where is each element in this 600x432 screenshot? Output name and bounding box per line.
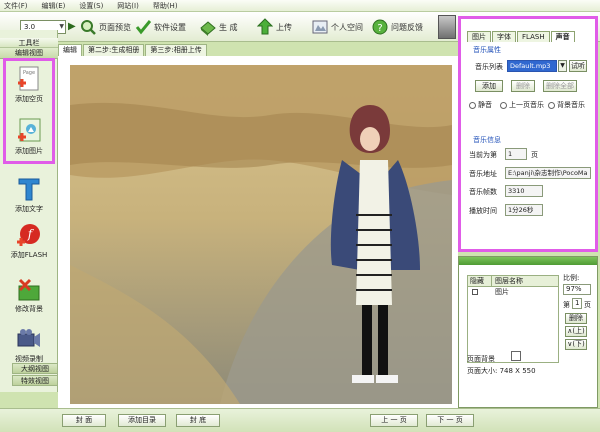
software-settings-label: 软件设置 bbox=[154, 22, 186, 32]
bottom-navigation-bar: 封 面 添加目录 封 底 上 一 页 下 一 页 bbox=[0, 408, 600, 432]
page-suffix-label: 页 bbox=[584, 301, 591, 309]
menu-file[interactable]: 文件(F) bbox=[4, 1, 28, 11]
ratio-label: 比例: bbox=[563, 274, 580, 282]
page-size-label: 页面大小: 748 X 550 bbox=[467, 367, 536, 375]
personal-space-label: 个人空间 bbox=[331, 22, 363, 32]
page-preview-label: 页面预览 bbox=[99, 22, 131, 32]
upload-label: 上传 bbox=[276, 22, 292, 32]
background-edit-icon bbox=[18, 278, 40, 301]
add-flash-label: 添加FLASH bbox=[10, 251, 48, 259]
personal-space-button[interactable]: 个人空间 bbox=[312, 16, 363, 38]
cover-button[interactable]: 封 面 bbox=[62, 414, 106, 427]
layers-panel-titlebar bbox=[459, 257, 597, 265]
text-t-icon bbox=[18, 178, 40, 201]
page-prefix-label: 第 bbox=[563, 301, 570, 309]
ratio-field[interactable]: 97% bbox=[563, 284, 591, 295]
question-icon: ? bbox=[372, 19, 388, 35]
tab-generate-album[interactable]: 第二步:生成相册 bbox=[83, 44, 145, 56]
layer-down-button[interactable]: ∨(下) bbox=[565, 339, 587, 350]
upload-arrow-icon bbox=[257, 18, 273, 35]
person-space-icon bbox=[312, 20, 328, 34]
menu-help[interactable]: 帮助(H) bbox=[153, 1, 178, 11]
step-tabs: 编辑 第二步:生成相册 第三步:相册上传 bbox=[58, 44, 208, 56]
change-background-tool[interactable]: 修改背景 bbox=[4, 276, 54, 314]
page-background-label: 页面背景 bbox=[467, 355, 495, 363]
hide-checkbox[interactable] bbox=[468, 287, 492, 297]
outline-view-tab[interactable]: 大纲视图 bbox=[12, 363, 58, 374]
page-number-field[interactable]: 1 bbox=[572, 298, 582, 309]
tools-highlight-box bbox=[3, 58, 55, 164]
back-cover-button[interactable]: 封 底 bbox=[176, 414, 220, 427]
menu-edit[interactable]: 编辑(E) bbox=[42, 1, 66, 11]
flash-icon: f bbox=[17, 224, 40, 246]
layer-name: 图片 bbox=[495, 288, 509, 296]
video-record-tool[interactable]: 视频录制 bbox=[4, 326, 54, 364]
next-page-button[interactable]: 下 一 页 bbox=[426, 414, 474, 427]
add-toc-button[interactable]: 添加目录 bbox=[118, 414, 166, 427]
properties-highlight-box bbox=[458, 16, 598, 252]
magnifier-icon bbox=[81, 20, 96, 35]
tab-edit[interactable]: 编辑 bbox=[58, 44, 82, 56]
add-text-tool[interactable]: 添加文字 bbox=[4, 176, 54, 214]
add-text-label: 添加文字 bbox=[15, 205, 43, 213]
feedback-label: 问题反馈 bbox=[391, 22, 423, 32]
layers-header: 隐藏 图层名称 bbox=[468, 276, 558, 287]
menu-settings[interactable]: 设置(S) bbox=[79, 1, 103, 11]
layer-up-button[interactable]: ∧(上) bbox=[565, 326, 587, 337]
photo-image[interactable] bbox=[70, 65, 452, 404]
page-preview-button[interactable]: 页面预览 bbox=[80, 16, 131, 38]
generate-button[interactable]: 生 成 bbox=[200, 16, 238, 38]
change-background-label: 修改背景 bbox=[15, 305, 43, 313]
generate-label: 生 成 bbox=[219, 22, 238, 32]
menu-bar: 文件(F) 编辑(E) 设置(S) 网站(I) 帮助(H) bbox=[0, 0, 600, 12]
effects-view-tab[interactable]: 特效视图 bbox=[12, 375, 58, 386]
tab-upload-album[interactable]: 第三步:相册上传 bbox=[145, 44, 207, 56]
tool-panel-header: 工具栏 bbox=[0, 38, 58, 48]
upload-button[interactable]: 上传 bbox=[257, 16, 292, 38]
hide-column-header: 隐藏 bbox=[468, 276, 492, 286]
video-record-label: 视频录制 bbox=[15, 355, 43, 363]
play-icon[interactable]: ▶ bbox=[68, 20, 78, 34]
software-settings-button[interactable]: 软件设置 bbox=[135, 16, 186, 38]
video-camera-icon bbox=[17, 329, 40, 347]
generate-icon bbox=[200, 21, 216, 36]
previous-page-button[interactable]: 上 一 页 bbox=[370, 414, 418, 427]
add-flash-tool[interactable]: f 添加FLASH bbox=[4, 222, 54, 260]
layers-panel: 隐藏 图层名称 图片 比例: 97% 第 1 页 删除 ∧(上) ∨(下) 页面… bbox=[458, 256, 598, 408]
menu-website[interactable]: 网站(I) bbox=[117, 1, 139, 11]
layer-name-column-header: 图层名称 bbox=[495, 277, 523, 285]
feedback-button[interactable]: ? 问题反馈 bbox=[372, 16, 423, 38]
delete-layer-button[interactable]: 删除 bbox=[565, 313, 587, 324]
edit-canvas[interactable] bbox=[58, 56, 458, 408]
table-row[interactable]: 图片 bbox=[468, 287, 558, 297]
svg-text:?: ? bbox=[377, 23, 382, 34]
page-background-swatch[interactable] bbox=[511, 351, 521, 361]
avatar[interactable] bbox=[438, 15, 456, 39]
layers-table: 隐藏 图层名称 图片 bbox=[467, 275, 559, 363]
checkmark-icon bbox=[135, 20, 151, 35]
